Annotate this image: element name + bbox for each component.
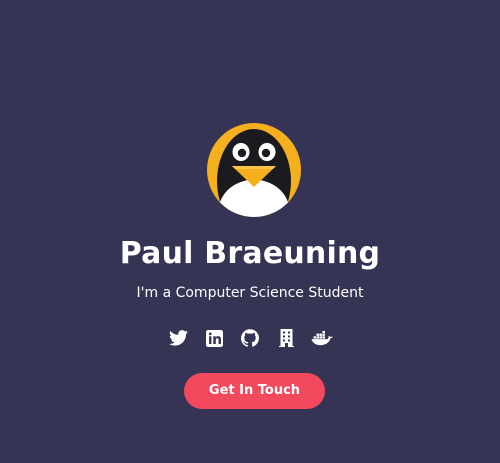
- building-link[interactable]: [275, 327, 297, 349]
- docker-link[interactable]: [311, 327, 333, 349]
- profile-name: Paul Braeuning: [119, 236, 381, 271]
- profile-tagline: I'm a Computer Science Student: [136, 285, 364, 301]
- docker-icon: [311, 330, 333, 346]
- social-links: [0, 327, 500, 349]
- github-link[interactable]: [239, 327, 261, 349]
- linkedin-link[interactable]: [203, 327, 225, 349]
- twitter-icon: [168, 330, 188, 346]
- twitter-link[interactable]: [167, 327, 189, 349]
- penguin-avatar-icon: [207, 123, 301, 217]
- github-icon: [241, 329, 259, 347]
- hero-section: Paul Braeuning I'm a Computer Science St…: [0, 0, 500, 463]
- linkedin-icon: [205, 329, 223, 347]
- get-in-touch-button[interactable]: Get In Touch: [184, 373, 325, 409]
- building-icon: [278, 329, 294, 347]
